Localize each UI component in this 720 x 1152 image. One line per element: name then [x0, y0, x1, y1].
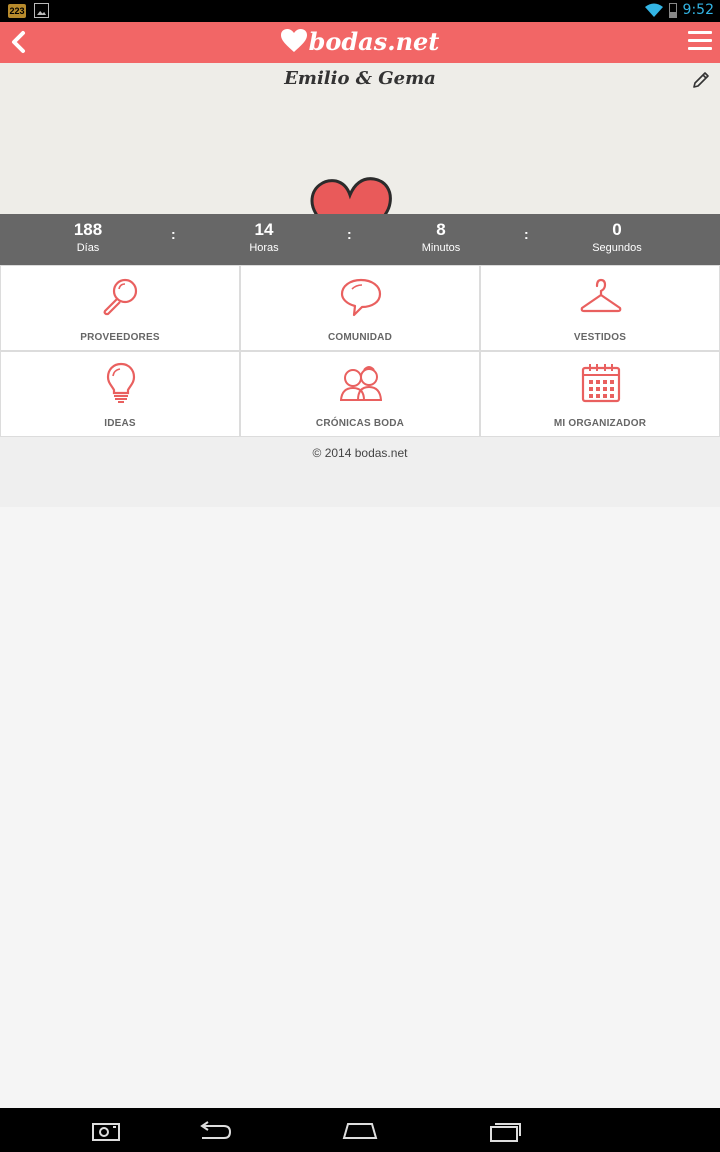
menu-bar: [688, 47, 712, 50]
couple-icon: [340, 366, 382, 401]
tile-label: CRÓNICAS BODA: [315, 418, 405, 429]
tile-label: PROVEEDORES: [80, 332, 160, 343]
countdown-separator: :: [524, 226, 529, 242]
hours-value: 14: [254, 220, 274, 239]
heart-logo-icon: [280, 29, 307, 52]
status-bar: 223 9:52: [0, 0, 720, 22]
seconds-label: Segundos: [592, 242, 642, 254]
hamburger-menu-icon: [688, 31, 712, 34]
tile-label: IDEAS: [104, 418, 136, 429]
couple-name: Emilio & Gema: [284, 68, 436, 89]
tile-comunidad[interactable]: COMUNIDAD: [240, 265, 480, 351]
days-value: 188: [73, 220, 103, 239]
countdown-separator: :: [347, 226, 352, 242]
copyright-text: © 2014 bodas.net: [312, 446, 408, 460]
countdown-hours: 14 Horas: [204, 220, 324, 256]
countdown-separator: :: [171, 226, 176, 242]
tile-cronicas-boda[interactable]: CRÓNICAS BODA: [240, 351, 480, 437]
tile-proveedores[interactable]: PROVEEDORES: [0, 265, 240, 351]
speech-bubble-icon: [340, 278, 382, 317]
hours-label: Horas: [249, 242, 279, 254]
days-label: Días: [76, 242, 100, 254]
seconds-value: 0: [612, 220, 622, 239]
screenshot-camera-button[interactable]: [86, 1118, 126, 1144]
recent-apps-nav-button[interactable]: [486, 1118, 526, 1144]
tile-vestidos[interactable]: VESTIDOS: [480, 265, 720, 351]
footer: © 2014 bodas.net: [0, 437, 720, 507]
countdown-seconds: 0 Segundos: [557, 220, 677, 256]
calendar-icon: [581, 364, 621, 403]
notification-badge-icon: 223: [8, 3, 26, 18]
minutes-value: 8: [436, 220, 446, 239]
tile-label: MI ORGANIZADOR: [553, 418, 647, 429]
menu-bar: [688, 39, 712, 42]
lightbulb-icon: [106, 362, 136, 403]
countdown-minutes: 8 Minutos: [381, 220, 501, 256]
magnifier-icon: [103, 278, 138, 316]
empty-content-area: [0, 507, 720, 1108]
tile-mi-organizador[interactable]: MI ORGANIZADOR: [480, 351, 720, 437]
wedding-countdown: 188 Días : 14 Horas : 8 Minutos : 0 Segu…: [0, 214, 720, 266]
clock: 9:52: [682, 2, 714, 18]
app-bar: bodas.net: [0, 22, 720, 63]
home-nav-button[interactable]: [340, 1118, 380, 1144]
battery-icon: [668, 2, 677, 18]
couple-banner: Emilio & Gema: [0, 63, 720, 214]
tile-ideas[interactable]: IDEAS: [0, 351, 240, 437]
gallery-notification-icon: [34, 3, 49, 18]
system-navigation-bar: [0, 1108, 720, 1152]
back-nav-button[interactable]: [194, 1118, 234, 1144]
edit-pencil-button[interactable]: [692, 71, 710, 89]
tile-label: COMUNIDAD: [327, 332, 393, 343]
bodas-logo: bodas.net: [0, 24, 720, 60]
feature-grid: PROVEEDORES COMUNIDAD VESTIDOS IDEAS CRÓ…: [0, 265, 720, 437]
tile-label: VESTIDOS: [573, 332, 627, 343]
minutes-label: Minutos: [421, 242, 461, 254]
menu-button[interactable]: [688, 31, 712, 53]
heart-illustration-icon: [310, 177, 392, 214]
logo-text: bodas.net: [308, 27, 440, 56]
hanger-icon: [580, 278, 622, 313]
countdown-days: 188 Días: [28, 220, 148, 256]
wifi-icon: [644, 3, 663, 17]
